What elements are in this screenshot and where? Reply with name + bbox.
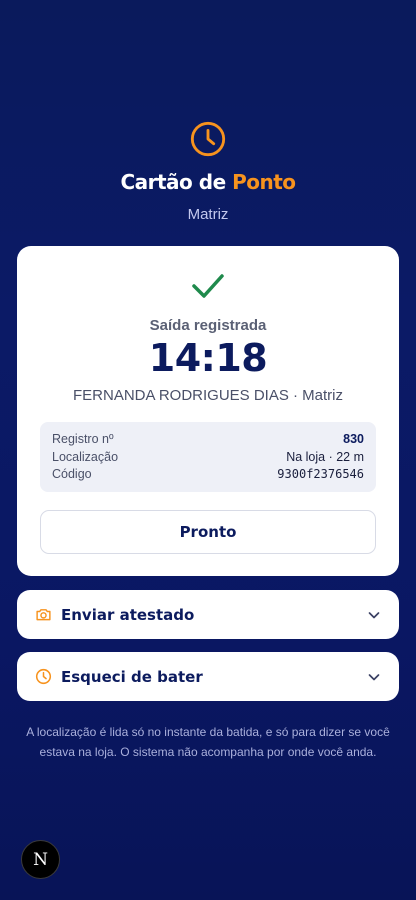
punch-time: 14:18 (148, 336, 268, 380)
detail-row-codigo: Código 9300f2376546 (52, 466, 364, 484)
detail-label: Localização (52, 449, 119, 464)
store-name: Matriz (187, 206, 229, 223)
dev-tools-badge[interactable]: N (21, 840, 60, 879)
app-title: Cartão de Ponto (0, 170, 416, 194)
clock-logo-icon (190, 121, 226, 157)
detail-label: Registro nº (52, 432, 114, 446)
employee-info: FERNANDA RODRIGUES DIAS · Matriz (72, 387, 344, 404)
camera-icon (35, 606, 52, 623)
app-title-part1: Cartão de (120, 170, 233, 194)
status-message: Saída registrada (149, 317, 267, 334)
check-icon (192, 274, 224, 298)
send-certificate-accordion[interactable]: Enviar atestado (17, 590, 399, 639)
detail-value: 9300f2376546 (277, 467, 364, 481)
details-box: Registro nº 830 Localização Na loja · 22… (40, 422, 376, 492)
done-button[interactable]: Pronto (40, 510, 376, 554)
detail-row-registro: Registro nº 830 (52, 431, 364, 449)
accordion-label: Esqueci de bater (61, 667, 203, 686)
accordion-label: Enviar atestado (61, 605, 195, 624)
chevron-down-icon (368, 611, 380, 618)
clock-icon (35, 668, 52, 685)
detail-value: 830 (343, 432, 364, 446)
detail-value: Na loja · 22 m (286, 449, 364, 464)
app-title-part2: Ponto (232, 170, 296, 194)
privacy-note: A localização é lida só no instante da b… (26, 725, 390, 759)
detail-row-localizacao: Localização Na loja · 22 m (52, 449, 364, 467)
app-header: Cartão de Ponto Matriz (0, 120, 416, 223)
chevron-down-icon (368, 673, 380, 680)
detail-label: Código (52, 467, 92, 481)
confirmation-card: Saída registrada 14:18 FERNANDA RODRIGUE… (17, 246, 399, 576)
forgot-punch-accordion[interactable]: Esqueci de bater (17, 652, 399, 701)
